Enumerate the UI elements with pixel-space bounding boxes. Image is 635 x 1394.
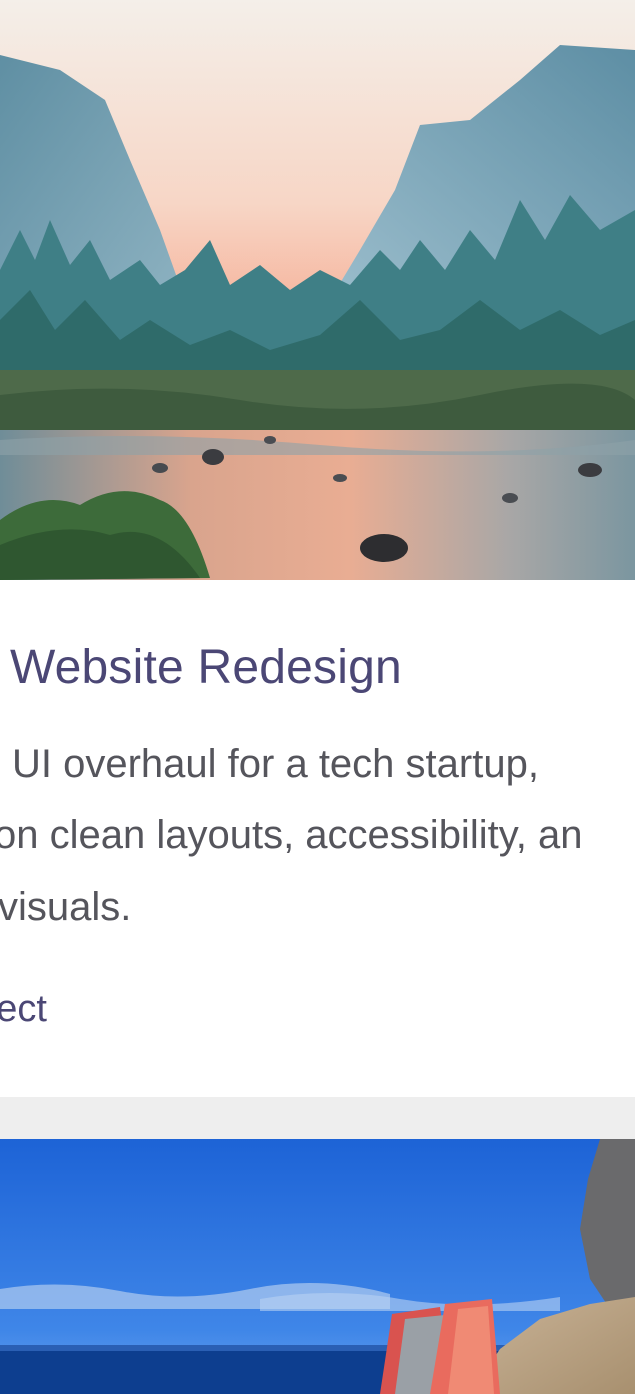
- description-line: visuals.: [0, 885, 132, 929]
- mountain-valley-illustration: [0, 0, 635, 580]
- project-title: Website Redesign: [10, 641, 402, 694]
- coastal-sea-illustration: [0, 1139, 635, 1394]
- description-line: UI overhaul for a tech startup,: [12, 742, 539, 786]
- description-line: on clean layouts, accessibility, an: [0, 813, 583, 857]
- project-description: UI overhaul for a tech startup, on clean…: [0, 736, 635, 936]
- view-project-link-label: ect: [0, 990, 47, 1030]
- view-project-link[interactable]: ect: [0, 990, 120, 1040]
- project-image-mountain-valley[interactable]: [0, 0, 635, 580]
- project-image-coastal[interactable]: [0, 1139, 635, 1394]
- card-separator: [0, 1097, 635, 1139]
- portfolio-page: Website Redesign UI overhaul for a tech …: [0, 0, 635, 1394]
